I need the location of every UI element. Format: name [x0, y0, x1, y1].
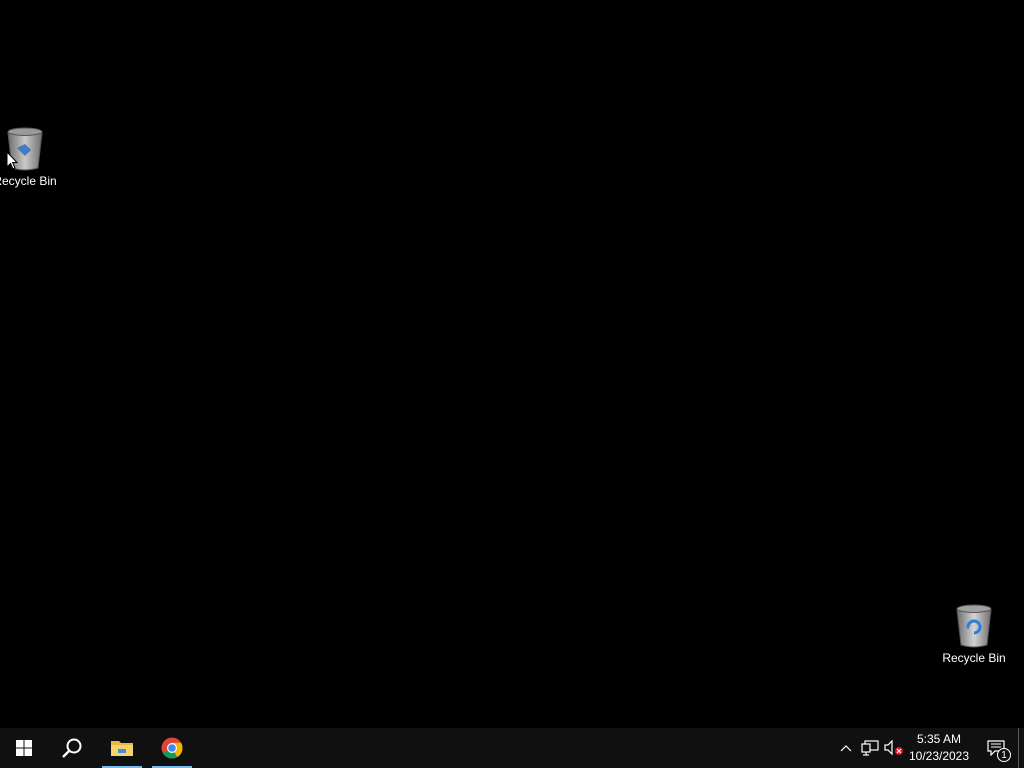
- search-icon: [62, 738, 82, 758]
- clock-time: 5:35 AM: [916, 732, 962, 746]
- file-explorer-button[interactable]: [98, 728, 146, 768]
- clock-date: 10/23/2023: [908, 749, 970, 763]
- desktop-icon-label: Recycle Bin: [942, 651, 1006, 665]
- action-center-button[interactable]: 1: [978, 728, 1014, 768]
- chrome-icon: [161, 737, 183, 759]
- volume-button[interactable]: [884, 738, 904, 758]
- show-hidden-icons-button[interactable]: [836, 738, 856, 758]
- notification-count-badge: 1: [997, 748, 1011, 762]
- network-button[interactable]: [860, 738, 880, 758]
- chrome-button[interactable]: [148, 728, 196, 768]
- search-button[interactable]: [48, 728, 96, 768]
- windows-logo-icon: [16, 740, 32, 756]
- mouse-cursor-icon: [6, 151, 18, 170]
- desktop-icon-label: Recycle Bin: [0, 174, 57, 188]
- taskbar: 5:35 AM 10/23/2023 1: [0, 728, 1024, 768]
- network-icon: [861, 740, 879, 756]
- desktop-icon-recycle-bin[interactable]: Recycle Bin: [936, 601, 1012, 673]
- chevron-up-icon: [840, 745, 852, 752]
- start-button[interactable]: [0, 728, 48, 768]
- show-desktop-button[interactable]: [1018, 728, 1024, 768]
- volume-muted-icon: [884, 740, 903, 756]
- recycle-bin-icon: [956, 604, 992, 648]
- clock-button[interactable]: 5:35 AM 10/23/2023: [906, 731, 972, 765]
- folder-icon: [111, 741, 133, 756]
- desktop[interactable]: Recycle Bin Recycle Bin: [0, 0, 1024, 728]
